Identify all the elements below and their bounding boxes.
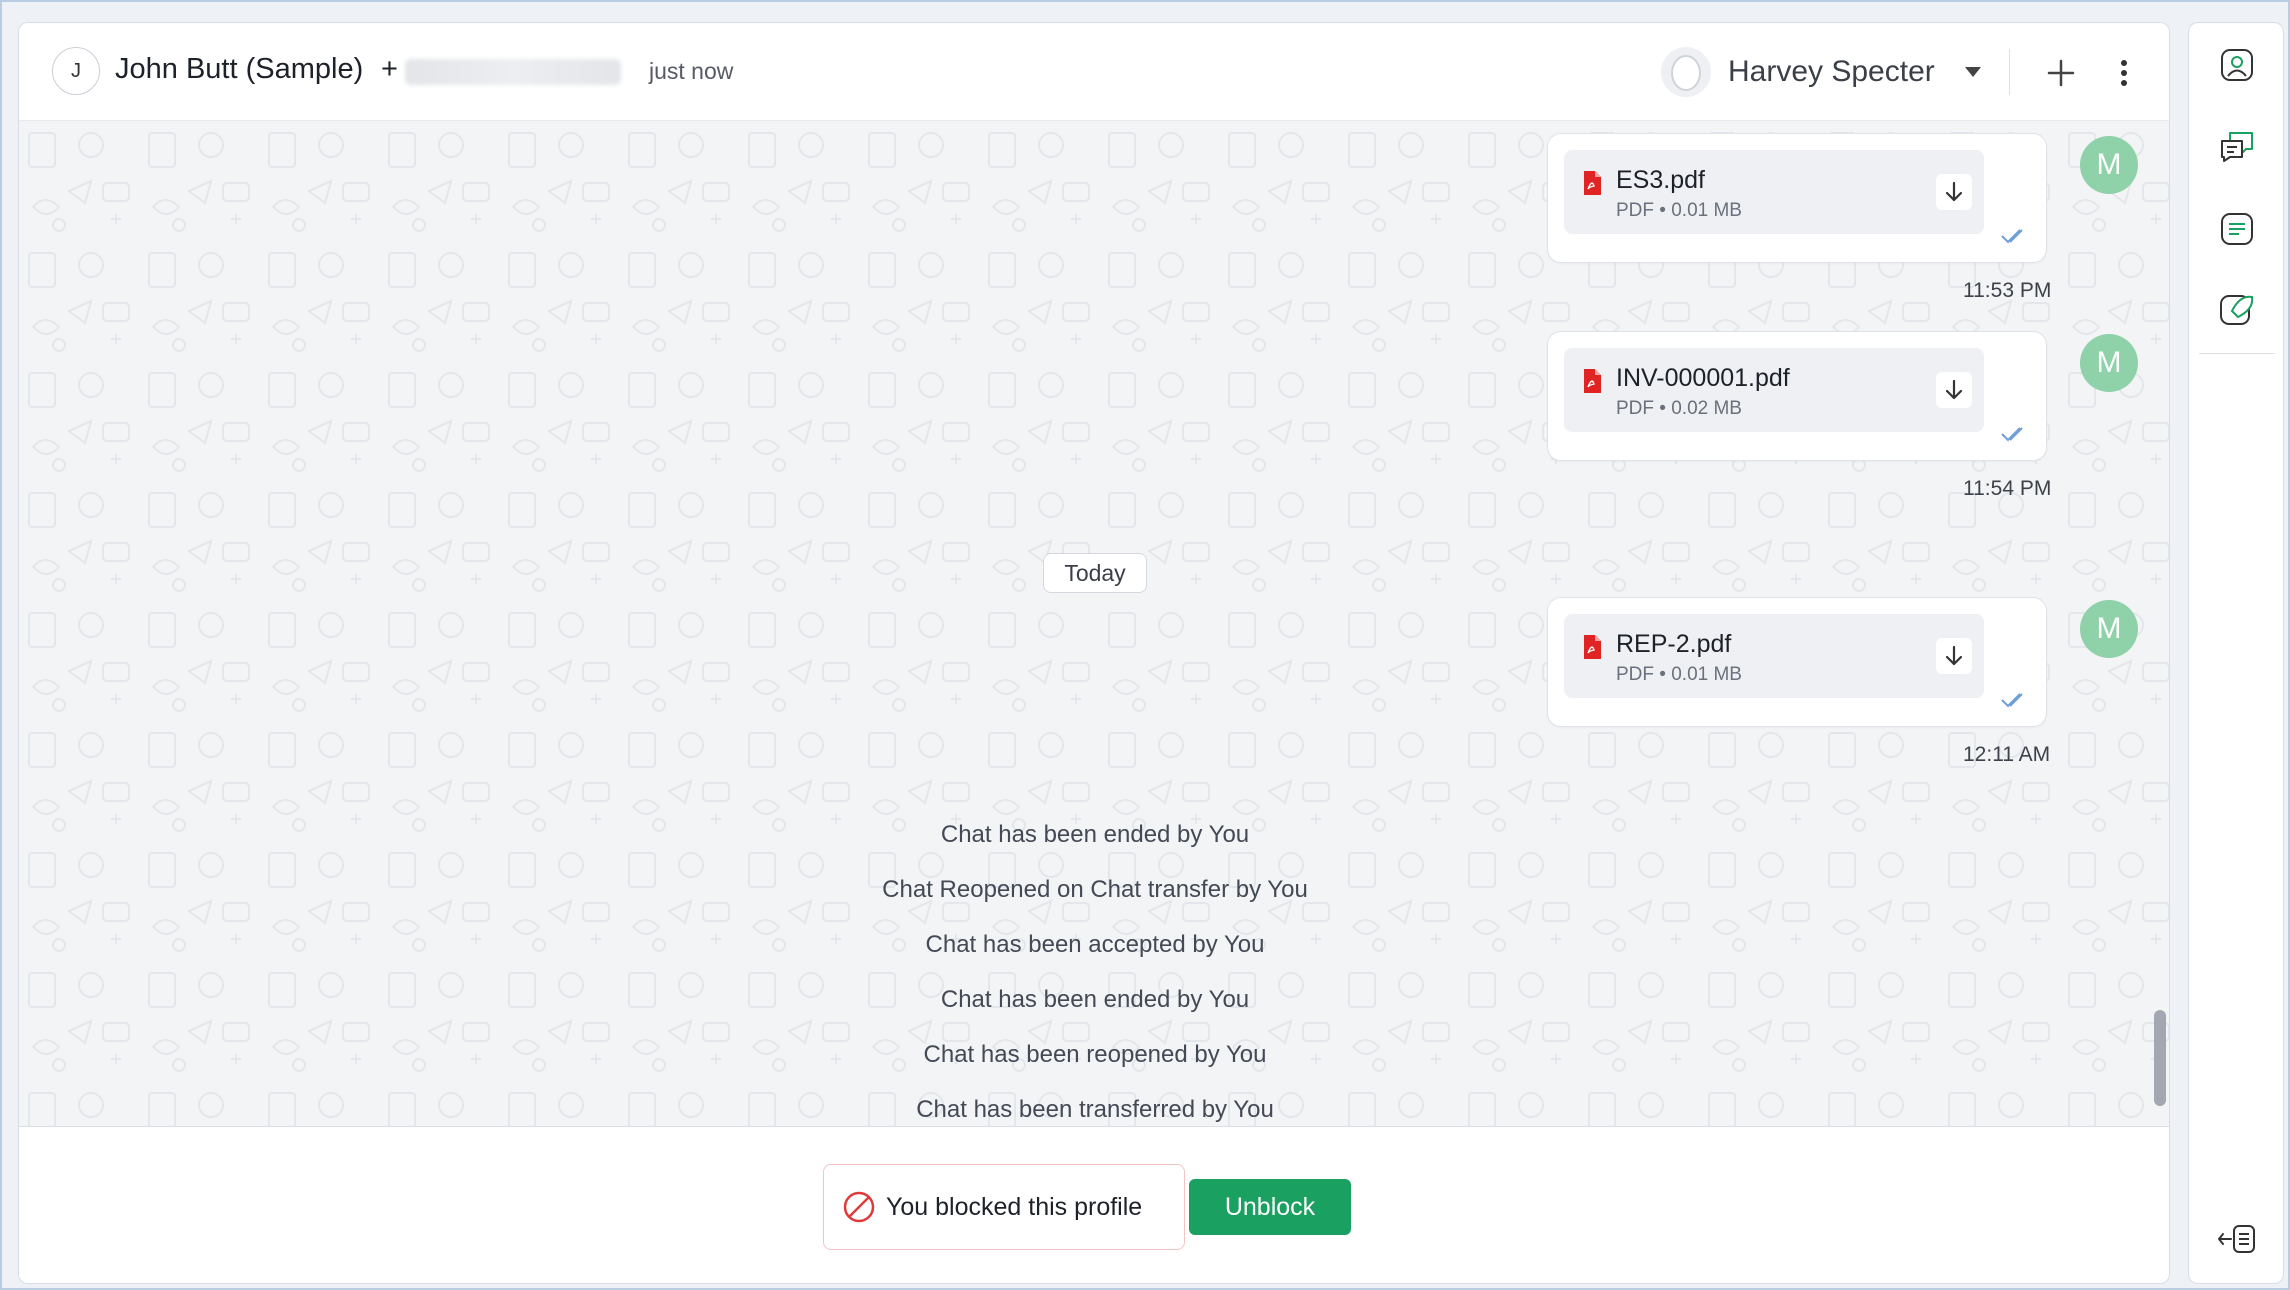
block-icon: [843, 1191, 875, 1223]
blocked-notice: You blocked this profile: [823, 1164, 1185, 1250]
download-button[interactable]: [1936, 638, 1972, 674]
collapse-panel-button[interactable]: [2201, 1203, 2273, 1275]
user-silhouette-icon: [1662, 48, 1710, 96]
notes-button[interactable]: [2201, 193, 2273, 265]
contact-profile-icon: [2221, 49, 2253, 81]
read-receipt-icon: [2001, 229, 2023, 244]
chat-panel: J John Butt (Sample) + just now Harvey S…: [18, 22, 2170, 1284]
contact-name[interactable]: John Butt (Sample): [115, 53, 363, 86]
system-event: Chat Reopened on Chat transfer by You: [882, 876, 1308, 903]
add-button[interactable]: [2039, 51, 2083, 95]
chat-header: J John Butt (Sample) + just now Harvey S…: [19, 23, 2169, 121]
system-event: Chat has been ended by You: [940, 821, 1250, 848]
conversations-icon: [2221, 132, 2253, 162]
tag-button[interactable]: [2201, 273, 2273, 345]
plus-icon: [2047, 59, 2075, 87]
pdf-file-icon: [1584, 635, 1601, 659]
read-receipt-icon: [2001, 693, 2023, 708]
download-arrow-icon: [1945, 645, 1963, 666]
file-message-bubble[interactable]: INV-000001.pdf PDF • 0.02 MB: [1547, 331, 2047, 461]
header-divider: [2009, 49, 2010, 95]
download-button[interactable]: [1936, 372, 1972, 408]
rail-divider: [2199, 353, 2275, 354]
sender-avatar: M: [2080, 600, 2138, 658]
system-event: Chat has been transferred by You: [916, 1096, 1274, 1123]
pdf-file-icon: [1584, 171, 1601, 195]
contact-phone-redacted: [405, 59, 621, 85]
message-time: 11:53 PM: [1963, 279, 2052, 302]
message-time: 11:54 PM: [1963, 477, 2052, 500]
file-name: ES3.pdf: [1616, 166, 1705, 194]
file-attachment-card[interactable]: ES3.pdf PDF • 0.01 MB: [1564, 150, 1984, 234]
message-time: 12:11 AM: [1963, 743, 2051, 766]
message-scrollbar[interactable]: [2154, 1010, 2166, 1106]
notes-icon: [2221, 213, 2253, 245]
unblock-button[interactable]: Unblock: [1189, 1179, 1351, 1235]
file-attachment-card[interactable]: INV-000001.pdf PDF • 0.02 MB: [1564, 348, 1984, 432]
chat-footer: You blocked this profile Unblock: [19, 1126, 2169, 1283]
pdf-file-icon: [1584, 369, 1601, 393]
download-button[interactable]: [1936, 174, 1972, 210]
agent-avatar[interactable]: [1661, 47, 1711, 97]
system-event: Chat has been accepted by You: [925, 931, 1265, 958]
file-message-bubble[interactable]: REP-2.pdf PDF • 0.01 MB: [1547, 597, 2047, 727]
blocked-text: You blocked this profile: [886, 1192, 1143, 1221]
kebab-menu-icon: [2121, 60, 2127, 86]
tag-icon: [2220, 295, 2254, 325]
file-attachment-card[interactable]: REP-2.pdf PDF • 0.01 MB: [1564, 614, 1984, 698]
file-meta: PDF • 0.02 MB: [1616, 398, 1742, 419]
contact-avatar[interactable]: J: [52, 47, 100, 95]
conversations-button[interactable]: [2201, 111, 2273, 183]
file-message-bubble[interactable]: ES3.pdf PDF • 0.01 MB: [1547, 133, 2047, 263]
chevron-down-icon[interactable]: [1965, 67, 1981, 77]
contact-profile-button[interactable]: [2201, 29, 2273, 101]
message-list[interactable]: ES3.pdf PDF • 0.01 MB 11:53 PM M INV-000…: [19, 121, 2169, 1126]
file-name: REP-2.pdf: [1616, 630, 1732, 658]
agent-name[interactable]: Harvey Specter: [1728, 55, 1935, 89]
day-separator: Today: [1043, 553, 1147, 593]
right-sidebar: [2188, 22, 2284, 1284]
download-arrow-icon: [1945, 181, 1963, 202]
download-arrow-icon: [1945, 379, 1963, 400]
file-meta: PDF • 0.01 MB: [1616, 664, 1742, 685]
sender-avatar: M: [2080, 136, 2138, 194]
file-meta: PDF • 0.01 MB: [1616, 200, 1742, 221]
last-seen-status: just now: [649, 58, 734, 84]
more-options-button[interactable]: [2109, 51, 2139, 95]
file-name: INV-000001.pdf: [1616, 364, 1790, 392]
contact-phone-prefix: +: [381, 53, 398, 85]
collapse-panel-icon: [2218, 1225, 2255, 1253]
system-event: Chat has been reopened by You: [923, 1041, 1267, 1068]
read-receipt-icon: [2001, 427, 2023, 442]
sender-avatar: M: [2080, 334, 2138, 392]
system-event: Chat has been ended by You: [940, 986, 1250, 1013]
app-frame: J John Butt (Sample) + just now Harvey S…: [0, 0, 2290, 1290]
